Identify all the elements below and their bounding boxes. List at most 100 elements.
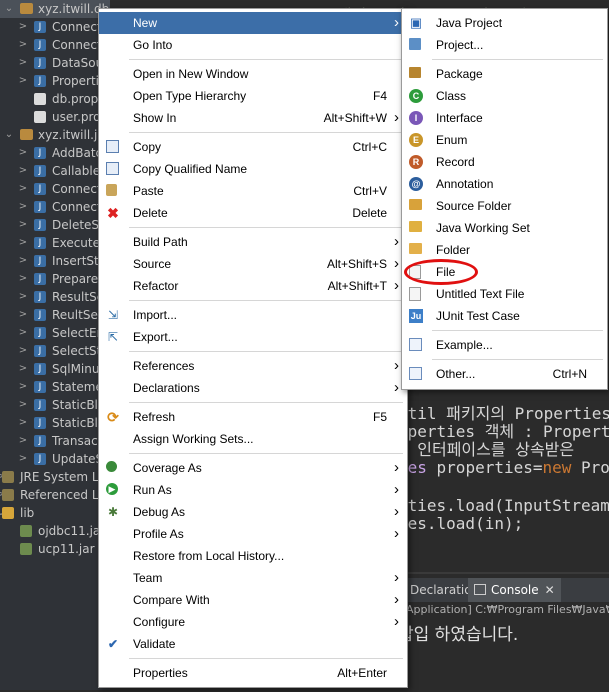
tree-item[interactable]: > J StaticBlo [0,396,110,414]
chevron-down-icon[interactable]: ⌄ [4,0,14,18]
menu-item-open-type-hierarchy[interactable]: Open Type Hierarchy F4 [99,85,407,107]
menu-item-copy-qualified-name[interactable]: Copy Qualified Name [99,158,407,180]
chevron-right-icon[interactable]: > [18,270,28,288]
chevron-right-icon[interactable]: > [18,18,28,36]
tree-item[interactable]: ojdbc11.jar [0,522,110,540]
chevron-right-icon[interactable]: > [18,360,28,378]
chevron-right-icon[interactable]: > [18,216,28,234]
menu-item-untitled-text-file[interactable]: Untitled Text File [402,283,607,305]
tree-item[interactable]: > J Prepared [0,270,110,288]
tree-item[interactable]: > J DataSou [0,54,110,72]
menu-item-import[interactable]: ⇲ Import... [99,304,407,326]
menu-item-java-project[interactable]: ▣ Java Project [402,12,607,34]
menu-item-build-path[interactable]: Build Path › [99,231,407,253]
menu-item-package[interactable]: Package [402,63,607,85]
chevron-right-icon[interactable]: > [18,378,28,396]
tree-item[interactable]: > J Connect [0,36,110,54]
tree-item[interactable]: >JRE System Lib [0,468,110,486]
chevron-right-icon[interactable]: > [18,36,28,54]
tree-item[interactable]: db.prope [0,90,110,108]
tree-item[interactable]: > J Statemen [0,378,111,396]
menu-item-paste[interactable]: Paste Ctrl+V [99,180,407,202]
chevron-right-icon[interactable]: > [18,252,28,270]
menu-item-open-in-new-window[interactable]: Open in New Window [99,63,407,85]
menu-item-team[interactable]: Team › [99,567,407,589]
tree-item[interactable]: > J SelectStu [0,342,110,360]
menu-item-go-into[interactable]: Go Into [99,34,407,56]
menu-item-references[interactable]: References › [99,355,407,377]
chevron-right-icon[interactable]: > [18,450,28,468]
menu-item-compare-with[interactable]: Compare With › [99,589,407,611]
tree-item[interactable]: > J InsertStu [0,252,110,270]
tree-item[interactable]: > J ReultSet [0,306,110,324]
tree-item[interactable]: ⌄lib [0,504,110,522]
menu-item-assign-working-sets[interactable]: Assign Working Sets... [99,428,407,450]
close-icon[interactable]: ✕ [545,583,555,597]
menu-item-new[interactable]: New › [99,12,407,34]
tree-item[interactable]: ucp11.jar [0,540,110,558]
chevron-right-icon[interactable]: > [18,180,28,198]
menu-item-properties[interactable]: Properties Alt+Enter [99,662,407,684]
tree-item[interactable]: > J Connect [0,18,110,36]
menu-item-export[interactable]: ⇱ Export... [99,326,407,348]
menu-item-declarations[interactable]: Declarations › [99,377,407,399]
menu-item-debug-as[interactable]: ✱ Debug As › [99,501,407,523]
chevron-down-icon[interactable]: ⌄ [4,126,14,144]
menu-item-refactor[interactable]: Refactor Alt+Shift+T › [99,275,407,297]
menu-item-record[interactable]: R Record [402,151,607,173]
menu-item-folder[interactable]: Folder [402,239,607,261]
menu-item-profile-as[interactable]: Profile As › [99,523,407,545]
menu-item-project[interactable]: Project... [402,34,607,56]
tree-item[interactable]: > J SelectEm [0,324,110,342]
chevron-right-icon[interactable]: > [18,306,28,324]
menu-item-class[interactable]: C Class [402,85,607,107]
menu-item-coverage-as[interactable]: Coverage As › [99,457,407,479]
tree-item[interactable]: > J UpdateS [0,450,110,468]
menu-item-java-working-set[interactable]: Java Working Set [402,217,607,239]
menu-item-validate[interactable]: ✔ Validate [99,633,407,655]
tree-item[interactable]: user.prop [0,108,110,126]
tree-item[interactable]: > J StaticBlo [0,414,110,432]
tree-item[interactable]: > J Transacti [0,432,110,450]
menu-item-source-folder[interactable]: Source Folder [402,195,607,217]
tab-console[interactable]: Console ✕ [468,578,561,602]
chevron-right-icon[interactable]: > [18,72,28,90]
menu-item-annotation[interactable]: @ Annotation [402,173,607,195]
menu-item-enum[interactable]: E Enum [402,129,607,151]
menu-item-example[interactable]: Example... [402,334,607,356]
tree-item[interactable]: > J Connect [0,198,110,216]
chevron-right-icon[interactable]: > [18,198,28,216]
menu-item-interface[interactable]: I Interface [402,107,607,129]
menu-item-other[interactable]: Other... Ctrl+N [402,363,607,385]
menu-item-copy[interactable]: Copy Ctrl+C [99,136,407,158]
tree-item[interactable]: > J SqlMinus [0,360,110,378]
tree-item[interactable]: > J Connect [0,180,110,198]
menu-item-source[interactable]: Source Alt+Shift+S › [99,253,407,275]
chevron-right-icon[interactable]: > [18,324,28,342]
tree-item[interactable]: > J ExecuteA [0,234,110,252]
chevron-right-icon[interactable]: > [18,396,28,414]
menu-item-configure[interactable]: Configure › [99,611,407,633]
chevron-right-icon[interactable]: > [18,414,28,432]
tree-item[interactable]: > J Callables [0,162,110,180]
menu-item-restore-from-local-history[interactable]: Restore from Local History... [99,545,407,567]
tree-item[interactable]: ⌄ xyz.itwill.jdb [0,126,113,144]
tree-item[interactable]: > J ResultSet [0,288,110,306]
chevron-right-icon[interactable]: > [18,432,28,450]
tree-item[interactable]: > J DeleteSt [0,216,110,234]
tree-item[interactable]: ⌄ xyz.itwill.dbcp [0,0,123,18]
chevron-right-icon[interactable]: > [18,342,28,360]
chevron-right-icon[interactable]: > [18,54,28,72]
tree-item[interactable]: > J Properti [0,72,110,90]
chevron-right-icon[interactable]: > [18,234,28,252]
menu-item-run-as[interactable]: ▶ Run As › [99,479,407,501]
chevron-right-icon[interactable]: > [18,288,28,306]
tree-item[interactable]: >Referenced Lib [0,486,110,504]
menu-item-delete[interactable]: ✖ Delete Delete [99,202,407,224]
tree-item[interactable]: > J AddBatc [0,144,110,162]
menu-item-show-in[interactable]: Show In Alt+Shift+W › [99,107,407,129]
chevron-right-icon[interactable]: > [18,162,28,180]
menu-item-refresh[interactable]: ⟳ Refresh F5 [99,406,407,428]
menu-item-junit-test-case[interactable]: Ju JUnit Test Case [402,305,607,327]
chevron-right-icon[interactable]: > [18,144,28,162]
